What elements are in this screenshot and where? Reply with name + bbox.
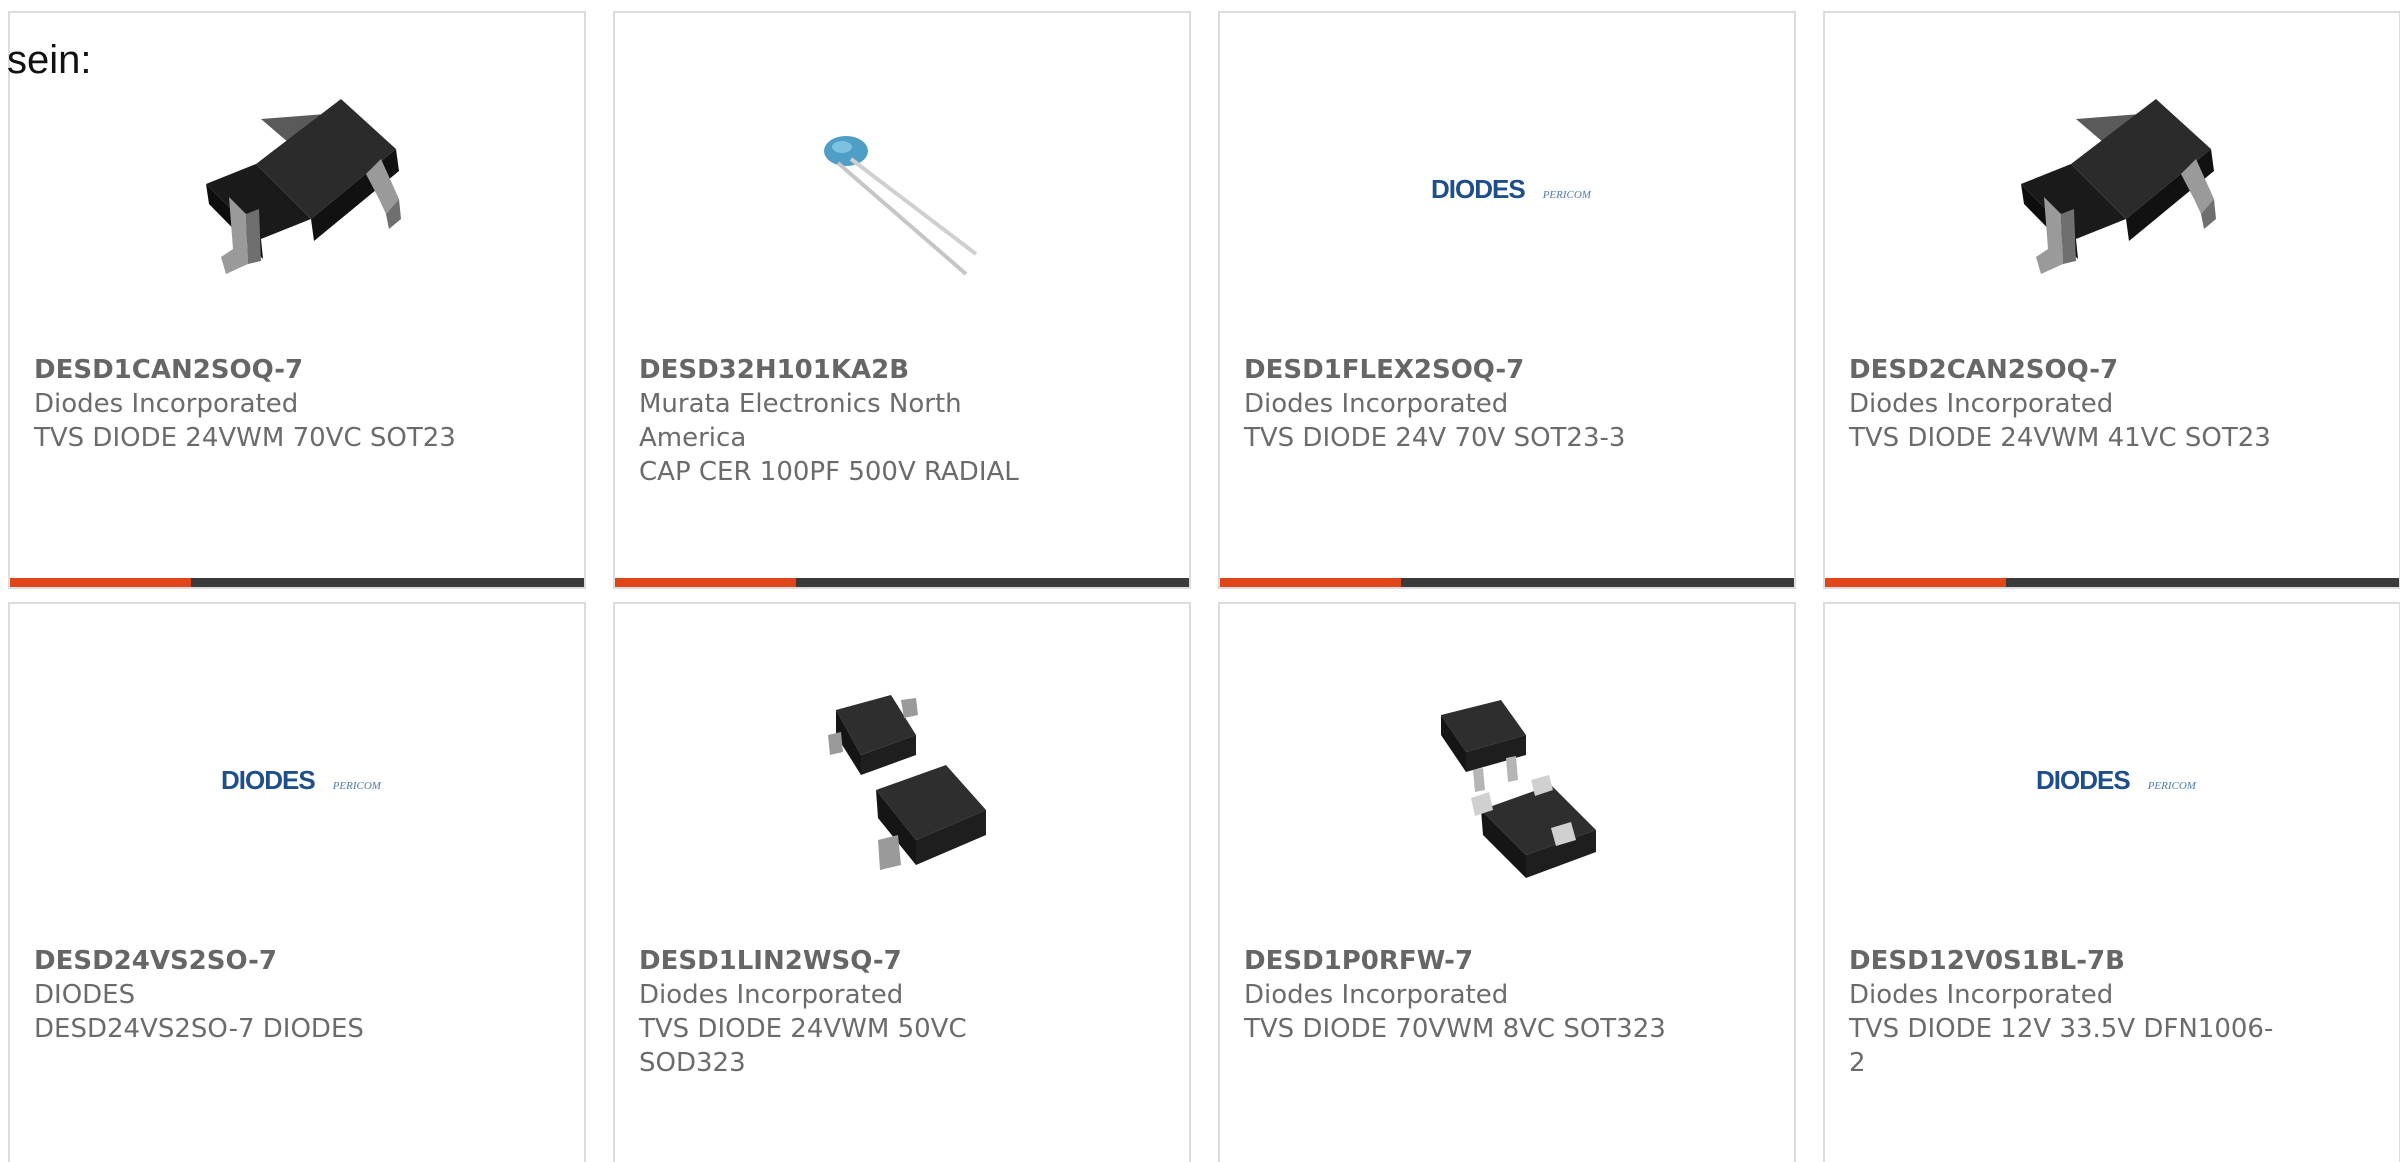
card-text: DESD1CAN2SOQ-7 Diodes Incorporated TVS D… [34,353,464,455]
logo-main: DIODES [1431,173,1526,204]
card-progress-bar [10,578,584,587]
card-text: DESD1FLEX2SOQ-7 Diodes Incorporated TVS … [1244,353,1674,455]
manufacturer: Murata Electronics North America [639,389,962,453]
logo-sub: PERICOM [332,779,381,792]
manufacturer: Diodes Incorporated [639,980,904,1010]
description: DESD24VS2SO-7 DIODES [34,1014,364,1044]
product-grid: DESD1CAN2SOQ-7 Diodes Incorporated TVS D… [8,11,2400,1162]
product-card[interactable]: DESD1CAN2SOQ-7 Diodes Incorporated TVS D… [8,11,586,589]
logo-sub: PERICOM [2147,779,2196,792]
part-number: DESD1P0RFW-7 [1244,946,1474,976]
manufacturer: Diodes Incorporated [1244,980,1509,1010]
sod323-package-icon [806,680,1006,880]
product-card[interactable]: DIODES PERICOM DESD24VS2SO-7 DIODES DESD… [8,602,586,1162]
product-card[interactable]: DESD1P0RFW-7 Diodes Incorporated TVS DIO… [1218,602,1796,1162]
card-text: DESD24VS2SO-7 DIODES DESD24VS2SO-7 DIODE… [34,944,464,1046]
card-text: DESD1P0RFW-7 Diodes Incorporated TVS DIO… [1244,944,1674,1046]
card-progress-bar [1220,578,1794,587]
part-number: DESD24VS2SO-7 [34,946,277,976]
radial-ceramic-capacitor-icon [806,89,1006,289]
sot323-package-icon [1411,680,1611,880]
description: TVS DIODE 24VWM 50VC SOD323 [639,1014,967,1078]
part-number: DESD12V0S1BL-7B [1849,946,2125,976]
manufacturer: Diodes Incorporated [34,389,299,419]
diodes-logo: DIODES PERICOM [2016,680,2216,880]
manufacturer: Diodes Incorporated [1244,389,1509,419]
part-number: DESD1LIN2WSQ-7 [639,946,902,976]
description: TVS DIODE 24V 70V SOT23-3 [1244,423,1626,453]
product-card[interactable]: DIODES PERICOM DESD12V0S1BL-7B Diodes In… [1823,602,2400,1162]
description: TVS DIODE 12V 33.5V DFN1006-2 [1849,1014,2274,1078]
description: TVS DIODE 70VWM 8VC SOT323 [1244,1014,1666,1044]
logo-main: DIODES [221,764,316,795]
manufacturer: Diodes Incorporated [1849,389,2114,419]
diodes-logo: DIODES PERICOM [201,680,401,880]
logo-main: DIODES [2036,764,2131,795]
product-card[interactable]: DESD1LIN2WSQ-7 Diodes Incorporated TVS D… [613,602,1191,1162]
intro-text: sein: [7,38,92,82]
card-text: DESD32H101KA2B Murata Electronics North … [639,353,1069,489]
manufacturer: Diodes Incorporated [1849,980,2114,1010]
card-progress-bar [615,578,1189,587]
card-text: DESD1LIN2WSQ-7 Diodes Incorporated TVS D… [639,944,1069,1080]
manufacturer: DIODES [34,980,136,1010]
card-text: DESD12V0S1BL-7B Diodes Incorporated TVS … [1849,944,2279,1080]
product-card[interactable]: DESD2CAN2SOQ-7 Diodes Incorporated TVS D… [1823,11,2400,589]
description: TVS DIODE 24VWM 70VC SOT23 [34,423,456,453]
part-number: DESD1FLEX2SOQ-7 [1244,355,1525,385]
description: TVS DIODE 24VWM 41VC SOT23 [1849,423,2271,453]
part-number: DESD32H101KA2B [639,355,910,385]
card-text: DESD2CAN2SOQ-7 Diodes Incorporated TVS D… [1849,353,2279,455]
product-card[interactable]: DIODES PERICOM DESD1FLEX2SOQ-7 Diodes In… [1218,11,1796,589]
product-grid-page: sein: DESD1CAN2SOQ-7 Diodes Incorporated… [0,0,2400,1162]
product-card[interactable]: DESD32H101KA2B Murata Electronics North … [613,11,1191,589]
card-progress-bar [1825,578,2399,587]
sot23-package-icon [201,89,401,289]
part-number: DESD1CAN2SOQ-7 [34,355,304,385]
sot23-package-icon [2016,89,2216,289]
part-number: DESD2CAN2SOQ-7 [1849,355,2119,385]
diodes-logo: DIODES PERICOM [1411,89,1611,289]
description: CAP CER 100PF 500V RADIAL [639,457,1019,487]
logo-sub: PERICOM [1542,188,1591,201]
